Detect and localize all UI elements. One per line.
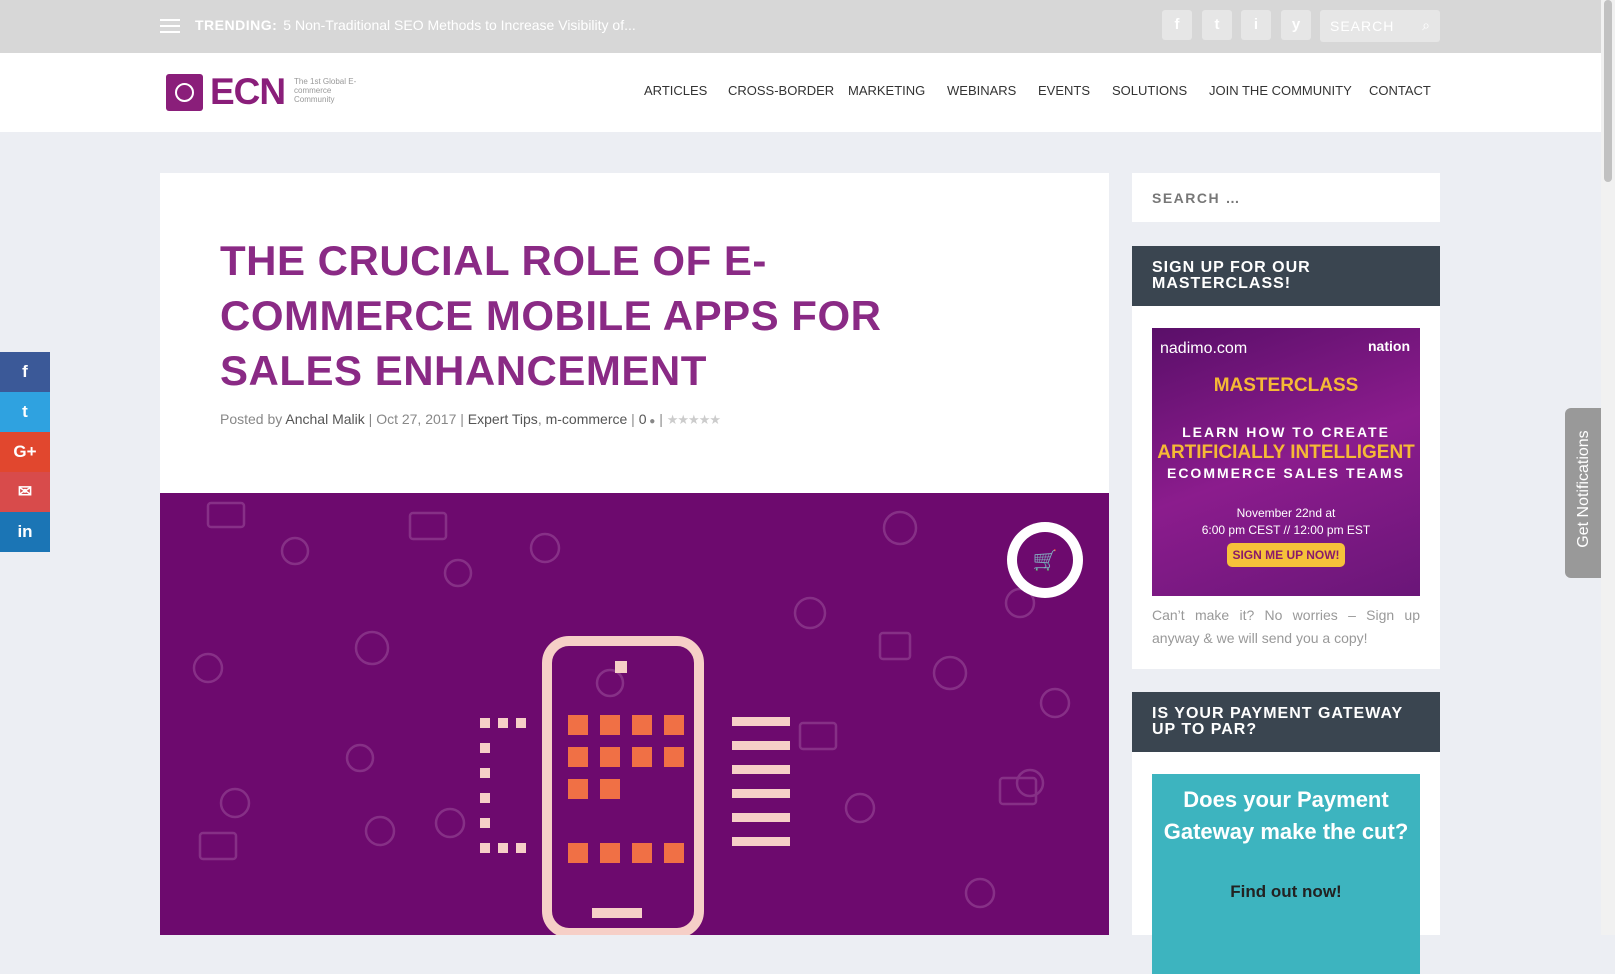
article-header: THE CRUCIAL ROLE OF E-COMMERCE MOBILE AP… [160,173,1109,493]
payment-gateway-headline: Does your Payment Gateway make the cut? [1163,787,1409,844]
trending-ticker[interactable]: TRENDING: 5 Non-Traditional SEO Methods t… [195,17,636,33]
twitter-icon[interactable]: t [1202,10,1232,40]
article-meta: Posted by Anchal Malik | Oct 27, 2017 | … [220,411,721,427]
top-search-placeholder: SEARCH [1330,18,1395,34]
promo-date-1: November 22nd at [1236,506,1336,520]
payment-gateway-banner[interactable]: Does your Payment Gateway make the cut? … [1152,774,1420,974]
hero-image: 🛒 [160,493,1109,935]
get-notifications-button[interactable]: Get Notifications [1565,408,1601,578]
trending-label: TRENDING: [195,17,278,33]
nav-item-events[interactable]: EVENTS [1038,83,1090,98]
author-link[interactable]: Anchal Malik [285,411,364,427]
sign-up-button[interactable]: SIGN ME UP NOW! [1227,543,1345,567]
masterclass-widget-title: SIGN UP FOR OUR MASTERCLASS! [1132,246,1440,306]
instagram-icon[interactable]: i [1241,10,1271,40]
mobile-app-illustration: 🛒 [192,501,1083,935]
logo-name: ECN [210,71,286,112]
share-email-button[interactable]: ✉ [0,472,50,512]
promo-line-3: ECOMMERCE SALES TEAMS [1166,465,1405,481]
payment-gateway-widget-title: IS YOUR PAYMENT GATEWAY UP TO PAR? [1132,692,1440,752]
share-facebook-button[interactable]: f [0,352,50,392]
promo-brand: nadimo.com [1160,340,1248,357]
nav-item-solutions[interactable]: SOLUTIONS [1112,83,1187,98]
promo-masterclass-label: MASTERCLASS [1213,375,1359,396]
menu-icon[interactable] [160,19,180,34]
masterclass-banner[interactable]: nadimo.com nation MASTERCLASS LEARN HOW … [1152,328,1420,596]
category-link-m-commerce[interactable]: m-commerce [546,411,628,427]
article-title: THE CRUCIAL ROLE OF E-COMMERCE MOBILE AP… [220,237,882,394]
share-twitter-button[interactable]: t [0,392,50,432]
nav-item-contact[interactable]: CONTACT [1369,83,1431,98]
nav-item-webinars[interactable]: WEBINARS [947,83,1016,98]
scrollbar-thumb[interactable] [1604,0,1612,182]
nav-item-cross-border[interactable]: CROSS-BORDER [728,83,834,98]
share-linkedin-button[interactable]: in [0,512,50,552]
nav-item-join-community[interactable]: JOIN THE COMMUNITY [1209,83,1352,98]
promo-date-2: 6:00 pm CEST // 12:00 pm EST [1201,523,1371,537]
top-bar: TRENDING: 5 Non-Traditional SEO Methods t… [0,0,1601,53]
nav-item-marketing[interactable]: MARKETING [848,83,925,98]
category-link-expert-tips[interactable]: Expert Tips [468,411,538,427]
payment-gateway-widget: IS YOUR PAYMENT GATEWAY UP TO PAR? Does … [1132,692,1440,974]
promo-line-1: LEARN HOW TO CREATE [1182,424,1390,440]
rating-stars: ★★★★★ [666,412,721,427]
top-search-input[interactable]: SEARCH ⌕ [1320,10,1440,42]
masterclass-note: Can’t make it? No worries – Sign up anyw… [1152,607,1420,646]
share-googleplus-button[interactable]: G+ [0,432,50,472]
nav-item-articles[interactable]: ARTICLES [644,83,707,98]
youtube-icon[interactable]: y [1281,10,1311,40]
sidebar-search-placeholder: SEARCH … [1152,190,1242,206]
logo-tagline: The 1st Global E-commerce Community [294,77,357,104]
svg-text:🛒: 🛒 [1033,548,1058,572]
masterclass-widget: SIGN UP FOR OUR MASTERCLASS! nadimo.com … [1132,246,1440,669]
scrollbar[interactable] [1601,0,1615,935]
search-icon[interactable]: ⌕ [1422,17,1430,34]
sidebar-search-input[interactable]: SEARCH … [1132,173,1440,222]
payment-gateway-cta: Find out now! [1230,882,1342,901]
trending-link[interactable]: 5 Non-Traditional SEO Methods to Increas… [283,17,636,33]
facebook-icon[interactable]: f [1162,10,1192,40]
site-header: ECN The 1st Global E-commerce Community … [0,53,1601,132]
comment-icon: ● [646,416,656,427]
logo-icon [166,74,203,111]
promo-brand-nation: nation [1368,338,1410,354]
get-notifications-label: Get Notifications [1575,430,1592,548]
posted-by-label: Posted by [220,411,283,427]
post-date: Oct 27, 2017 [376,411,457,427]
promo-line-2: ARTIFICIALLY INTELLIGENT [1157,442,1415,463]
